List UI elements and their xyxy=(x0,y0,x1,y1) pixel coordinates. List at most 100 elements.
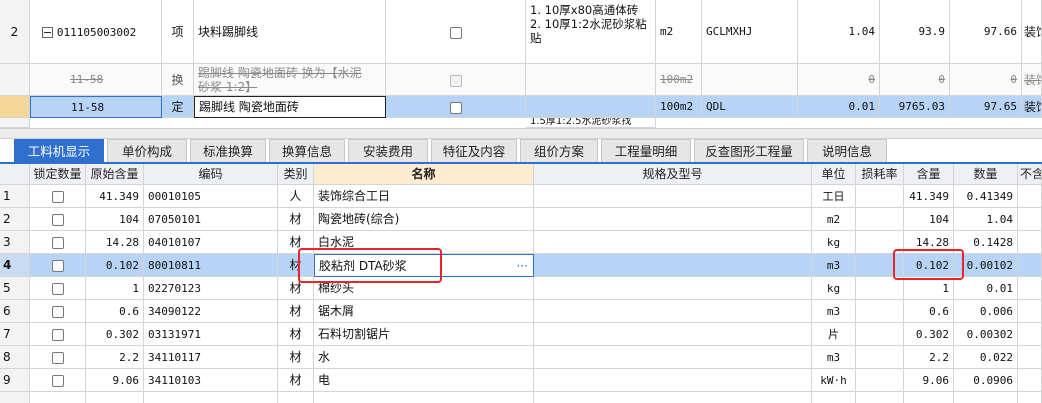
quantity: 1.04 xyxy=(954,208,1018,231)
table-row[interactable]: 5 1 02270123 材棉纱头 kg 1 0.01 xyxy=(0,277,1042,300)
more-options-icon[interactable]: ··· xyxy=(517,255,528,276)
col-header-code[interactable]: 编码 xyxy=(144,164,278,185)
quantity: 0.01 xyxy=(954,277,1018,300)
content: 0.302 xyxy=(904,323,954,346)
tab-pricing-scheme[interactable]: 组价方案 xyxy=(520,139,598,162)
list-row-partial: 1.5厚1:2.5水泥砂浆找 xyxy=(0,118,1042,128)
tab-installation-cost[interactable]: 安装费用 xyxy=(348,139,428,162)
specialty: 装饰 xyxy=(1022,96,1042,118)
unit: m3 xyxy=(812,254,856,277)
table-row[interactable]: 6 0.6 34090122 材锯木屑 m3 0.6 0.006 xyxy=(0,300,1042,323)
item-name[interactable]: 踢脚线 陶瓷地面砖 xyxy=(194,96,386,118)
tab-unit-price-composition[interactable]: 单价构成 xyxy=(107,139,187,162)
row-number: 5 xyxy=(0,277,30,300)
splitter[interactable] xyxy=(0,128,1042,139)
lock-checkbox[interactable] xyxy=(51,328,64,341)
lock-checkbox[interactable] xyxy=(51,213,64,226)
unit-price: 9765.03 xyxy=(880,96,950,118)
list-row-selected[interactable]: 11-58 定 踢脚线 陶瓷地面砖 100m2 QDL 0.01 9765.03… xyxy=(0,96,1042,118)
loss-rate xyxy=(856,208,904,231)
col-header-loss-rate[interactable]: 损耗率 xyxy=(856,164,904,185)
list-row[interactable]: 11-58 换 踢脚线 陶瓷地面砖 换为【水泥 砂浆 1:2】 100m2 0 … xyxy=(0,64,1042,96)
table-row[interactable]: 3 14.28 04010107 材白水泥 kg 14.28 0.1428 xyxy=(0,231,1042,254)
col-header-locked[interactable]: 锁定数量 xyxy=(30,164,86,185)
col-header-not-included[interactable]: 不含 xyxy=(1018,164,1042,185)
tab-reverse-graphic-quantity[interactable]: 反查图形工程量 xyxy=(694,139,804,162)
category: 材 xyxy=(278,346,314,369)
lock-checkbox[interactable] xyxy=(51,236,64,249)
col-header-quantity[interactable]: 数量 xyxy=(954,164,1018,185)
col-header-content[interactable]: 含量 xyxy=(904,164,954,185)
quantity: 0.006 xyxy=(954,300,1018,323)
unit-price: 93.9 xyxy=(880,0,950,64)
lock-checkbox[interactable] xyxy=(51,374,64,387)
col-header-category[interactable]: 类别 xyxy=(278,164,314,185)
item-features: 1.5厚1:2.5水泥砂浆找 xyxy=(526,118,656,128)
material-name: 电 xyxy=(314,369,534,392)
tab-quantity-details[interactable]: 工程量明细 xyxy=(601,139,691,162)
spec xyxy=(534,254,812,277)
tab-standard-conversion[interactable]: 标准换算 xyxy=(190,139,266,162)
table-row[interactable]: 7 0.302 03131971 材石料切割锯片片 0.302 0.00302 xyxy=(0,323,1042,346)
loss-rate xyxy=(856,323,904,346)
lock-checkbox[interactable] xyxy=(51,305,64,318)
unit: 工日 xyxy=(812,185,856,208)
table-row[interactable]: 1 41.349 00010105 人装饰综合工日 工日 41.349 0.41349 xyxy=(0,185,1042,208)
orig-qty: 104 xyxy=(86,208,144,231)
col-header-name[interactable]: 名称 xyxy=(314,164,534,185)
unit: kg xyxy=(812,231,856,254)
quantity: 0.01 xyxy=(798,96,880,118)
tab-description[interactable]: 说明信息 xyxy=(807,139,887,162)
table-row[interactable] xyxy=(0,392,1042,403)
tab-conversion-info[interactable]: 换算信息 xyxy=(269,139,345,162)
lock-checkbox[interactable] xyxy=(51,259,64,272)
material-name: 装饰综合工日 xyxy=(314,185,534,208)
orig-qty: 2.2 xyxy=(86,346,144,369)
unit: m2 xyxy=(656,0,702,64)
highlight-box-content xyxy=(893,249,964,280)
col-header-orig-qty[interactable]: 原始含量 xyxy=(86,164,144,185)
col-header-unit[interactable]: 单位 xyxy=(812,164,856,185)
spec xyxy=(534,300,812,323)
lock-checkbox[interactable] xyxy=(51,351,64,364)
material-code: 34110103 xyxy=(144,369,278,392)
unit: m3 xyxy=(812,300,856,323)
item-code: 011105003002 xyxy=(56,26,137,39)
table-row[interactable]: 9 9.06 34110103 材电 kW·h 9.06 0.0906 xyxy=(0,369,1042,392)
tab-features-content[interactable]: 特征及内容 xyxy=(431,139,517,162)
specialty: 装饰 xyxy=(1022,64,1042,96)
material-code: 07050101 xyxy=(144,208,278,231)
material-code: 34110117 xyxy=(144,346,278,369)
orig-qty: 0.302 xyxy=(86,323,144,346)
total-price: 0 xyxy=(950,64,1022,96)
specialty: 装饰 xyxy=(1022,0,1042,64)
col-header-spec[interactable]: 规格及型号 xyxy=(534,164,812,185)
tab-labor-material-machine[interactable]: 工料机显示 xyxy=(14,139,104,162)
checkbox[interactable] xyxy=(449,101,462,114)
spec xyxy=(534,185,812,208)
content: 104 xyxy=(904,208,954,231)
table-row[interactable]: 2 104 07050101 材陶瓷地砖(综合) m2 104 1.04 xyxy=(0,208,1042,231)
material-code: 04010107 xyxy=(144,231,278,254)
lock-checkbox[interactable] xyxy=(51,190,64,203)
collapse-icon[interactable]: − xyxy=(42,27,53,38)
category: 材 xyxy=(278,208,314,231)
checkbox[interactable] xyxy=(449,74,462,87)
spec xyxy=(534,323,812,346)
item-name: 踢脚线 陶瓷地面砖 换为【水泥 砂浆 1:2】 xyxy=(194,64,386,96)
orig-qty: 41.349 xyxy=(86,185,144,208)
unit: m2 xyxy=(812,208,856,231)
material-name: 陶瓷地砖(综合) xyxy=(314,208,534,231)
table-row[interactable]: 8 2.2 34110117 材水 m3 2.2 0.022 xyxy=(0,346,1042,369)
table-row-selected[interactable]: 4 0.102 80010811 材胶粘剂 DTA砂浆 ··· m3 0.102 0.0010… xyxy=(0,254,1042,277)
item-type: 定 xyxy=(162,96,194,118)
unit: kg xyxy=(812,277,856,300)
orig-qty: 1 xyxy=(86,277,144,300)
list-row[interactable]: 2 − 011105003002 项 块料踢脚线 1. 10厚x80高通体砖 2… xyxy=(0,0,1042,64)
quantity: 0.0906 xyxy=(954,369,1018,392)
loss-rate xyxy=(856,277,904,300)
lock-checkbox[interactable] xyxy=(51,282,64,295)
quantity: 0.41349 xyxy=(954,185,1018,208)
quantity: 1.04 xyxy=(798,0,880,64)
checkbox[interactable] xyxy=(449,26,462,39)
